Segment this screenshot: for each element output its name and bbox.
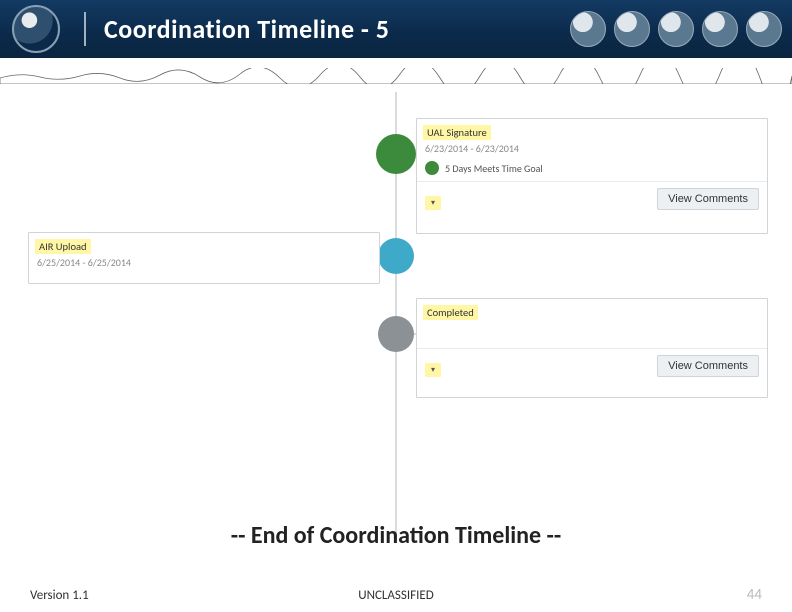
torn-edge-decoration	[0, 68, 792, 84]
marine-seal-icon	[614, 11, 650, 47]
slide-footer: Version 1.1 UNCLASSIFIED 44	[0, 586, 792, 604]
card-title: AIR Upload	[35, 239, 91, 254]
title-separator	[84, 12, 86, 46]
timeline-card-signature: UAL Signature 6/23/2014 - 6/23/2014 5 Da…	[416, 118, 768, 234]
navy-seal-icon	[658, 11, 694, 47]
slide-header: Coordination Timeline - 5	[0, 0, 792, 58]
army-seal-icon	[570, 11, 606, 47]
coastguard-seal-icon	[746, 11, 782, 47]
status-dot-icon	[425, 161, 439, 175]
timeline-node-upload	[378, 238, 414, 274]
card-dates: 6/25/2014 - 6/25/2014	[37, 256, 371, 269]
slide-title: Coordination Timeline - 5	[104, 13, 389, 45]
view-comments-button[interactable]: View Comments	[657, 355, 759, 377]
view-comments-button[interactable]: View Comments	[657, 188, 759, 210]
card-title: UAL Signature	[423, 125, 491, 140]
timeline-card-completed: Completed ▾ View Comments	[416, 298, 768, 398]
service-seal-row	[570, 11, 782, 47]
card-dropdown[interactable]: ▾	[425, 363, 441, 377]
classification-label: UNCLASSIFIED	[358, 588, 433, 603]
timeline-node-completed	[378, 316, 414, 352]
timeline-node-signature	[376, 134, 416, 174]
card-dropdown[interactable]: ▾	[425, 196, 441, 210]
dod-seal-icon	[12, 5, 60, 53]
chevron-down-icon: ▾	[431, 198, 435, 208]
card-status: 5 Days Meets Time Goal	[445, 162, 543, 175]
version-label: Version 1.1	[30, 588, 89, 603]
page-number: 44	[747, 586, 762, 604]
card-title: Completed	[423, 305, 478, 320]
card-dates: 6/23/2014 - 6/23/2014	[425, 142, 759, 155]
airforce-seal-icon	[702, 11, 738, 47]
timeline-card-upload: AIR Upload 6/25/2014 - 6/25/2014	[28, 232, 380, 284]
timeline-area: UAL Signature 6/23/2014 - 6/23/2014 5 Da…	[0, 88, 792, 552]
chevron-down-icon: ▾	[431, 365, 435, 375]
card-status-row: 5 Days Meets Time Goal	[425, 161, 759, 175]
end-of-timeline-text: -- End of Coordination Timeline --	[0, 521, 792, 550]
